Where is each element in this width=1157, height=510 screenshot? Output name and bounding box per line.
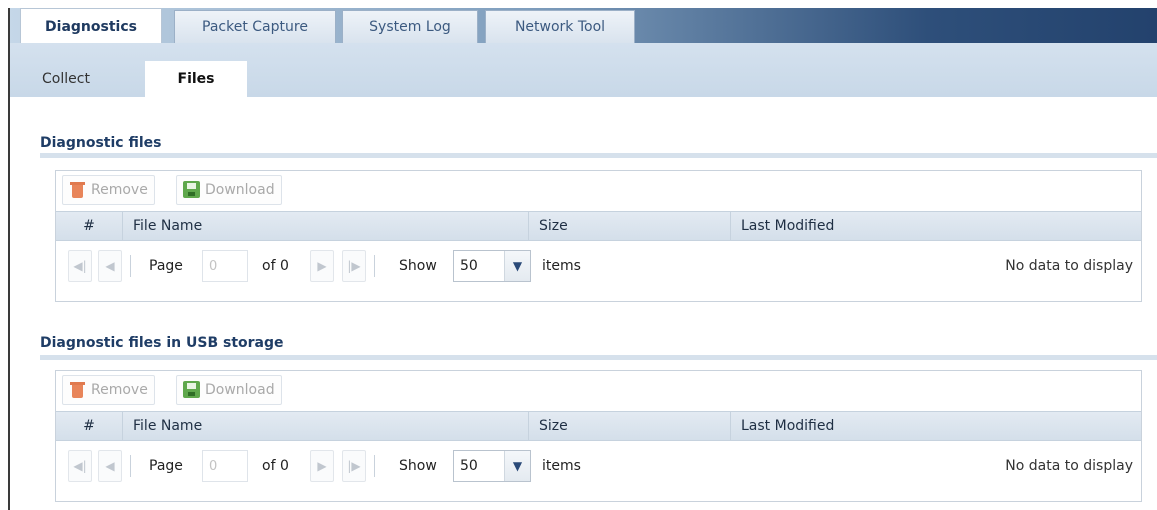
show-label: Show xyxy=(399,458,437,474)
column-header-file-name[interactable]: File Name xyxy=(122,212,528,240)
column-header-file-name[interactable]: File Name xyxy=(122,412,528,440)
next-page-button[interactable]: ▶ xyxy=(310,250,334,282)
remove-button[interactable]: Remove xyxy=(62,375,155,405)
column-header-size[interactable]: Size xyxy=(528,412,730,440)
usb-diagnostic-files-grid: Remove Download # File Name Size Last Mo… xyxy=(55,370,1142,502)
section-title-usb-files: Diagnostic files in USB storage xyxy=(40,335,284,351)
chevron-down-icon[interactable]: ▼ xyxy=(504,251,530,281)
first-page-button[interactable]: ◀| xyxy=(68,450,92,482)
pager-separator xyxy=(130,255,131,277)
section-title-diagnostic-files: Diagnostic files xyxy=(40,135,162,151)
column-header-last-modified[interactable]: Last Modified xyxy=(730,412,1137,440)
items-label: items xyxy=(542,458,581,474)
grid-toolbar: Remove Download xyxy=(56,171,1141,209)
main-tab-bar: Diagnostics Packet Capture System Log Ne… xyxy=(10,8,1157,44)
page-label: Page xyxy=(149,258,183,274)
last-page-button[interactable]: |▶ xyxy=(342,450,366,482)
pagination-bar: ◀| ◀ Page 0 of 0 ▶ |▶ Show 50 ▼ items No… xyxy=(56,446,1141,486)
trash-icon xyxy=(69,181,85,199)
pager-separator xyxy=(374,255,375,277)
chevron-down-icon[interactable]: ▼ xyxy=(504,451,530,481)
pagination-bar: ◀| ◀ Page 0 of 0 ▶ |▶ Show 50 ▼ items No… xyxy=(56,246,1141,286)
column-header-number[interactable]: # xyxy=(56,212,122,240)
page-number-input[interactable]: 0 xyxy=(202,250,248,282)
remove-button[interactable]: Remove xyxy=(62,175,155,205)
page-size-value: 50 xyxy=(460,258,478,274)
remove-label: Remove xyxy=(91,382,148,398)
prev-page-button[interactable]: ◀ xyxy=(98,450,122,482)
column-header-size[interactable]: Size xyxy=(528,212,730,240)
page-count-label: of 0 xyxy=(262,258,289,274)
page-label: Page xyxy=(149,458,183,474)
page-number-input[interactable]: 0 xyxy=(202,450,248,482)
table-header: # File Name Size Last Modified xyxy=(56,411,1141,441)
prev-page-button[interactable]: ◀ xyxy=(98,250,122,282)
download-button[interactable]: Download xyxy=(176,375,282,405)
pager-separator xyxy=(130,455,131,477)
next-page-button[interactable]: ▶ xyxy=(310,450,334,482)
sub-tab-bar: Collect Files xyxy=(10,43,1157,97)
items-label: items xyxy=(542,258,581,274)
remove-label: Remove xyxy=(91,182,148,198)
empty-status-text: No data to display xyxy=(1005,458,1133,474)
download-label: Download xyxy=(205,382,275,398)
pager-separator xyxy=(374,455,375,477)
subtab-collect[interactable]: Collect xyxy=(20,61,112,97)
grid-toolbar: Remove Download xyxy=(56,371,1141,409)
tab-packet-capture[interactable]: Packet Capture xyxy=(174,10,336,43)
page-size-value: 50 xyxy=(460,458,478,474)
page-size-select[interactable]: 50 ▼ xyxy=(453,250,531,282)
show-label: Show xyxy=(399,258,437,274)
column-header-number[interactable]: # xyxy=(56,412,122,440)
download-button[interactable]: Download xyxy=(176,175,282,205)
column-header-last-modified[interactable]: Last Modified xyxy=(730,212,1137,240)
diagnostic-files-grid: Remove Download # File Name Size Last Mo… xyxy=(55,170,1142,302)
subtab-files[interactable]: Files xyxy=(145,61,247,97)
section-divider xyxy=(40,355,1157,360)
trash-icon xyxy=(69,381,85,399)
first-page-button[interactable]: ◀| xyxy=(68,250,92,282)
page-count-label: of 0 xyxy=(262,458,289,474)
tab-diagnostics[interactable]: Diagnostics xyxy=(20,8,162,44)
section-divider xyxy=(40,153,1157,158)
save-disk-icon xyxy=(183,181,200,199)
tab-network-tool[interactable]: Network Tool xyxy=(485,10,635,43)
table-header: # File Name Size Last Modified xyxy=(56,211,1141,241)
top-strip xyxy=(0,0,1157,8)
save-disk-icon xyxy=(183,381,200,399)
page-size-select[interactable]: 50 ▼ xyxy=(453,450,531,482)
tab-system-log[interactable]: System Log xyxy=(342,10,478,43)
last-page-button[interactable]: |▶ xyxy=(342,250,366,282)
download-label: Download xyxy=(205,182,275,198)
empty-status-text: No data to display xyxy=(1005,258,1133,274)
